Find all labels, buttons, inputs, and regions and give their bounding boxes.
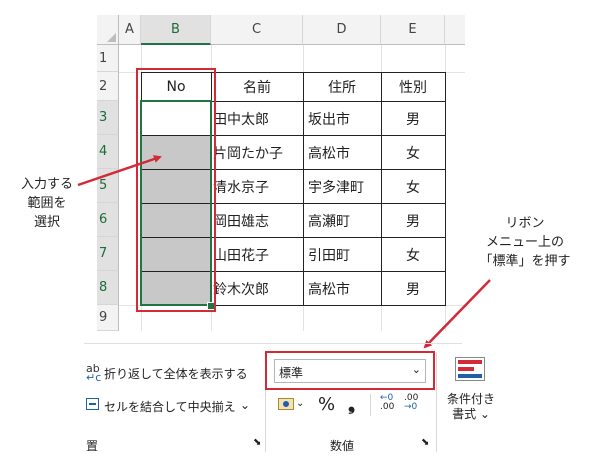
number-group-label: 数値 (330, 439, 355, 453)
arrow-to-format-box (423, 279, 491, 349)
number-group-launcher[interactable]: ⬊ (421, 437, 429, 448)
accounting-format-icon[interactable] (278, 398, 294, 410)
increase-decimal-button[interactable]: ←0.00 (380, 394, 394, 412)
ribbon-group-divider-2 (436, 352, 437, 452)
alignment-group-launcher[interactable]: ⬊ (253, 437, 261, 448)
accounting-format-dropdown[interactable]: ⌄ (296, 398, 304, 409)
decrease-decimal-button[interactable]: .00 →0 (404, 394, 418, 412)
percent-style-button[interactable]: % (318, 394, 335, 415)
number-buttons-divider (370, 394, 371, 416)
merge-center-dropdown[interactable]: ⌄ (240, 398, 250, 412)
merge-center-icon (86, 398, 99, 410)
wrap-text-icon: ab ↵c (86, 362, 102, 384)
number-format-highlight (265, 351, 435, 390)
increase-decimal-label: .00 (380, 402, 395, 412)
conditional-formatting-label1: 条件付き (446, 392, 495, 406)
alignment-group-label: 置 (86, 439, 99, 453)
comma-style-button[interactable]: ❟ (348, 394, 355, 415)
ribbon-top-divider (84, 343, 462, 344)
wrap-text-button[interactable]: 折り返して全体を表示する (104, 365, 248, 382)
conditional-formatting-icon (455, 357, 485, 381)
arrow-to-range (77, 155, 162, 187)
merge-center-button[interactable]: セルを結合して中央揃え (104, 398, 236, 415)
conditional-formatting-label2: 書式 ⌄ (452, 407, 490, 421)
conditional-formatting-button[interactable]: 条件付き 書式 ⌄ (440, 392, 502, 422)
